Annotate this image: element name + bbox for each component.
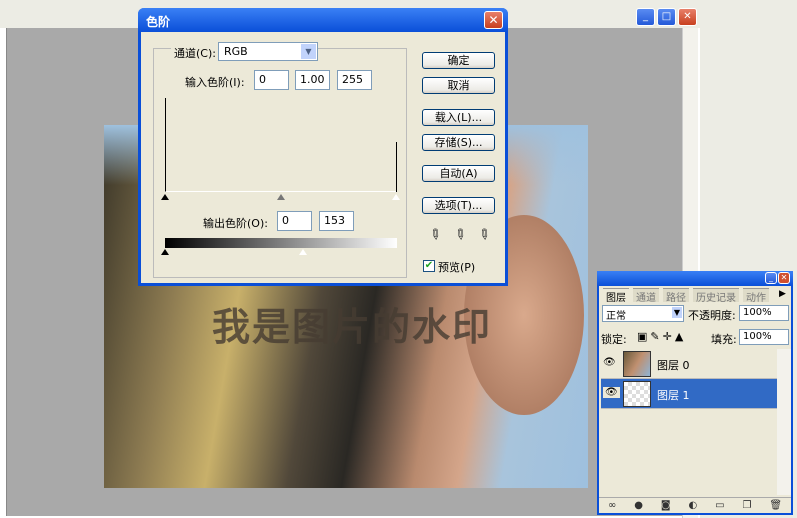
minimize-button[interactable]: _ — [636, 8, 655, 26]
watermark-text: 我是图片的水印 — [212, 304, 493, 349]
input-white-field[interactable]: 255 — [337, 70, 372, 90]
tab-layers[interactable]: 图层 — [603, 288, 629, 304]
levels-dialog: 色阶 ✕ 通道(C): RGB ▼ 输入色阶(I): 0 1.00 255 输出色… — [138, 8, 508, 286]
layer-style-icon[interactable]: ● — [634, 500, 643, 511]
layer-thumbnail — [623, 381, 651, 407]
link-icon[interactable]: ∞ — [608, 500, 616, 511]
blend-mode-select[interactable]: 正常 ▼ — [602, 305, 684, 322]
folder-icon[interactable]: ▭ — [715, 500, 724, 511]
layers-scrollbar[interactable] — [777, 349, 791, 495]
preview-checkbox[interactable]: ✔ — [423, 260, 435, 272]
tab-history[interactable]: 历史记录 — [693, 288, 739, 304]
save-button[interactable]: 存储(S)... — [422, 134, 495, 151]
layer-row-selected[interactable]: 👁 图层 1 — [601, 379, 777, 409]
blend-mode-value: 正常 — [606, 311, 626, 322]
layer-thumbnail — [623, 351, 651, 377]
layer-name: 图层 1 — [657, 389, 690, 402]
dialog-title: 色阶 — [138, 8, 508, 32]
output-black-field[interactable]: 0 — [277, 211, 312, 231]
ok-button[interactable]: 确定 — [422, 52, 495, 69]
channel-value: RGB — [224, 45, 248, 58]
adjustment-layer-icon[interactable]: ◐ — [688, 500, 697, 511]
lock-icons[interactable]: ▣✎✛▲ — [637, 330, 686, 343]
dialog-close-button[interactable]: ✕ — [484, 11, 503, 29]
lock-label: 锁定: — [601, 333, 627, 346]
black-eyedropper-icon[interactable]: ✎ — [425, 225, 444, 245]
chevron-down-icon: ▼ — [301, 44, 316, 59]
mask-icon[interactable]: ◙ — [661, 500, 671, 511]
eye-icon[interactable]: 👁 — [603, 387, 620, 398]
channel-select[interactable]: RGB ▼ — [218, 42, 318, 61]
layer-name: 图层 0 — [657, 359, 690, 372]
channel-label: 通道(C): — [171, 45, 219, 61]
input-levels-label: 输入色阶(I): — [185, 76, 245, 89]
output-black-slider[interactable] — [161, 249, 169, 255]
new-layer-icon[interactable]: ❐ — [742, 500, 751, 511]
maximize-button[interactable]: □ — [657, 8, 676, 26]
input-black-slider[interactable] — [161, 194, 169, 200]
opacity-label: 不透明度: — [688, 309, 736, 322]
panel-minimize-button[interactable]: _ — [765, 272, 777, 284]
tab-paths[interactable]: 路径 — [663, 288, 689, 304]
input-black-field[interactable]: 0 — [254, 70, 289, 90]
auto-button[interactable]: 自动(A) — [422, 165, 495, 182]
histogram-bar — [396, 142, 397, 192]
input-gamma-field[interactable]: 1.00 — [295, 70, 330, 90]
eye-icon[interactable]: 👁 — [603, 357, 616, 368]
close-window-button[interactable]: ✕ — [678, 8, 697, 26]
panel-close-button[interactable]: ✕ — [778, 272, 790, 284]
white-eyedropper-icon[interactable]: ✎ — [474, 225, 493, 245]
options-button[interactable]: 选项(T)... — [422, 197, 495, 214]
output-white-slider[interactable] — [299, 249, 307, 255]
tab-channels[interactable]: 通道 — [633, 288, 659, 304]
opacity-field[interactable]: 100% — [739, 305, 789, 321]
output-white-field[interactable]: 153 — [319, 211, 354, 231]
panel-footer: ∞ ● ◙ ◐ ▭ ❐ 🗑 — [599, 497, 791, 513]
input-white-slider[interactable] — [392, 194, 400, 200]
fill-field[interactable]: 100% — [739, 329, 789, 345]
panel-titlebar — [597, 271, 793, 286]
input-gamma-slider[interactable] — [277, 194, 285, 200]
layers-panel: _ ✕ 图层 通道 路径 历史记录 动作 ▶ 正常 ▼ 不透明度: 100% 锁定… — [597, 271, 793, 515]
tab-actions[interactable]: 动作 — [743, 288, 769, 304]
output-levels-label: 输出色阶(O): — [203, 217, 268, 230]
histogram — [165, 98, 397, 192]
fill-label: 填充: — [711, 333, 737, 346]
load-button[interactable]: 载入(L)... — [422, 109, 495, 126]
trash-icon[interactable]: 🗑 — [769, 500, 782, 511]
panel-menu-icon[interactable]: ▶ — [779, 289, 786, 299]
layer-row[interactable]: 👁 图层 0 — [601, 349, 777, 379]
panel-tabs: 图层 通道 路径 历史记录 动作 — [603, 288, 769, 304]
cancel-button[interactable]: 取消 — [422, 77, 495, 94]
gray-eyedropper-icon[interactable]: ✎ — [450, 225, 469, 245]
preview-label: 预览(P) — [438, 261, 476, 274]
chevron-down-icon: ▼ — [671, 307, 682, 318]
output-gradient — [165, 238, 397, 248]
